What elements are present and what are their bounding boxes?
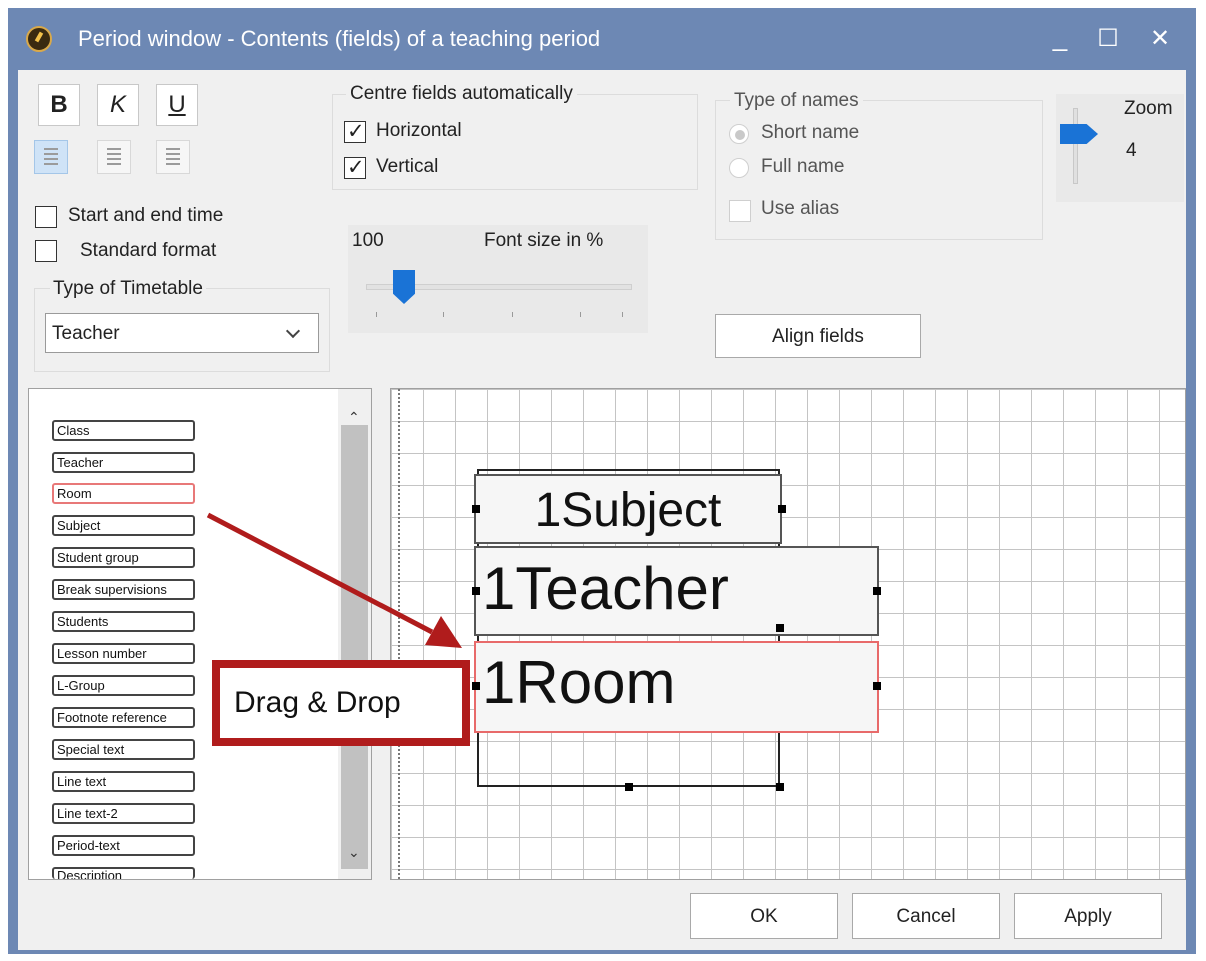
timetable-select-value: Teacher [52,323,120,344]
minimize-icon[interactable]: _ [1040,22,1080,53]
drag-drop-label: Drag & Drop [234,686,401,719]
chevron-down-icon [285,323,301,339]
type-of-names-title: Type of names [730,90,863,112]
field-item-subject[interactable]: Subject [52,515,195,536]
resize-handle[interactable] [472,505,480,513]
ok-button[interactable]: OK [690,893,838,939]
align-center-icon [107,148,121,166]
align-fields-button[interactable]: Align fields [715,314,921,358]
slider-tick [580,312,581,317]
start-end-time-checkbox[interactable] [35,206,57,228]
field-item-break-supervisions[interactable]: Break supervisions [52,579,195,600]
centre-fields-title: Centre fields automatically [346,83,577,105]
clock-app-icon [26,26,52,52]
field-item-lesson-number[interactable]: Lesson number [52,643,195,664]
zoom-slider-track[interactable] [1073,108,1078,184]
align-right-icon [166,148,180,166]
align-left-button[interactable] [34,140,68,174]
short-name-label: Short name [761,122,860,143]
field-item-period-text[interactable]: Period-text [52,835,195,856]
use-alias-label: Use alias [761,198,840,219]
slider-tick [622,312,623,317]
resize-handle[interactable] [625,783,633,791]
field-item-teacher[interactable]: Teacher [52,452,195,473]
close-icon[interactable]: ✕ [1140,24,1180,53]
field-item-line-text[interactable]: Line text [52,771,195,792]
resize-handle[interactable] [776,624,784,632]
canvas-field-teacher[interactable]: 1Teacher [474,546,879,636]
scroll-down-icon[interactable]: ⌄ [348,844,360,861]
align-right-button[interactable] [156,140,190,174]
field-item-line-text-2[interactable]: Line text-2 [52,803,195,824]
start-end-time-label: Start and end time [68,205,224,226]
use-alias-checkbox[interactable] [729,200,751,222]
font-size-value: 100 [352,230,384,251]
timetable-group-label: Type of Timetable [50,278,206,300]
align-center-button[interactable] [97,140,131,174]
field-item-description[interactable]: Description [52,867,195,879]
full-name-radio[interactable] [729,158,749,178]
maximize-icon[interactable]: ☐ [1088,24,1128,53]
bold-button[interactable]: B [38,84,80,126]
horizontal-label: Horizontal [376,120,462,141]
standard-format-checkbox[interactable] [35,240,57,262]
drag-drop-callout: Drag & Drop [212,660,470,746]
resize-handle[interactable] [778,505,786,513]
canvas-field-subject[interactable]: 1Subject [474,474,782,544]
zoom-value: 4 [1126,140,1137,161]
vertical-checkbox[interactable] [344,155,366,180]
canvas-left-guide [398,389,400,879]
resize-handle[interactable] [776,783,784,791]
window-title: Period window - Contents (fields) of a t… [78,26,601,51]
underline-button[interactable]: U [156,84,198,126]
vertical-label: Vertical [376,156,439,177]
scrollbar-thumb[interactable] [341,425,368,869]
field-item-l-group[interactable]: L-Group [52,675,195,696]
resize-handle[interactable] [873,587,881,595]
apply-button[interactable]: Apply [1014,893,1162,939]
italic-button[interactable]: K [97,84,139,126]
field-item-students[interactable]: Students [52,611,195,632]
scroll-up-icon[interactable]: ⌃ [348,409,360,426]
slider-tick [443,312,444,317]
field-item-class[interactable]: Class [52,420,195,441]
canvas-field-room[interactable]: 1Room [474,641,879,733]
zoom-label: Zoom [1124,98,1173,119]
slider-tick [376,312,377,317]
horizontal-checkbox[interactable] [344,119,366,144]
field-item-special-text[interactable]: Special text [52,739,195,760]
field-item-student-group[interactable]: Student group [52,547,195,568]
standard-format-label: Standard format [80,240,217,261]
align-left-icon [44,148,58,166]
slider-tick [512,312,513,317]
timetable-select[interactable]: Teacher [45,313,319,353]
short-name-radio[interactable] [729,124,749,144]
resize-handle[interactable] [472,682,480,690]
full-name-label: Full name [761,156,845,177]
resize-handle[interactable] [472,587,480,595]
field-list-scrollbar[interactable]: ⌃ ⌄ [338,389,371,879]
font-size-label: Font size in % [484,230,604,251]
field-item-room[interactable]: Room [52,483,195,504]
cancel-button[interactable]: Cancel [852,893,1000,939]
resize-handle[interactable] [873,682,881,690]
field-item-footnote-reference[interactable]: Footnote reference [52,707,195,728]
